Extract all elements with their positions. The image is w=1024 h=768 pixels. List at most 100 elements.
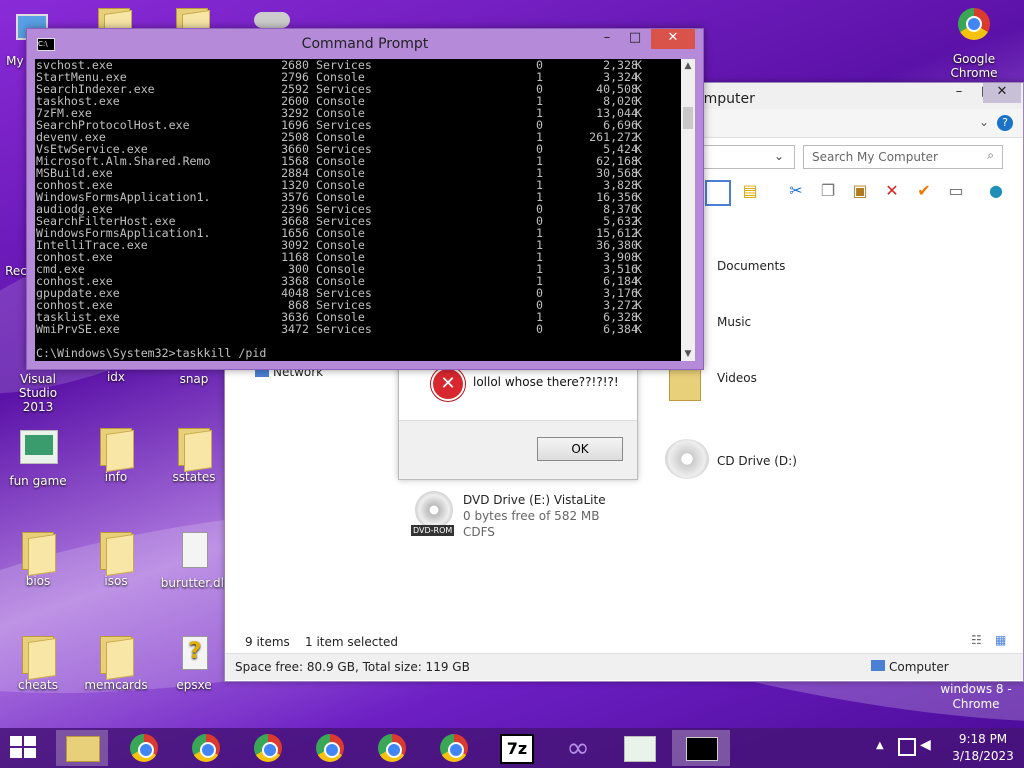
- taskbar-chrome-4[interactable]: [304, 730, 356, 766]
- dvd-filesystem: CDFS: [463, 525, 495, 539]
- desktop-icon-isos[interactable]: isos: [80, 528, 152, 588]
- item-videos[interactable]: Videos: [717, 371, 757, 385]
- chrome-icon: [378, 734, 406, 762]
- taskbar-chrome-5[interactable]: [366, 730, 418, 766]
- dvd-free-space: 0 bytes free of 582 MB: [463, 509, 600, 523]
- vertical-scrollbar[interactable]: ▲ ▼: [681, 59, 695, 361]
- paste-icon[interactable]: ▣: [849, 180, 871, 202]
- cmd-titlebar[interactable]: C:\ Command Prompt – □ ✕: [27, 29, 703, 59]
- folder-icon: [18, 528, 58, 576]
- taskbar-application[interactable]: [614, 730, 666, 766]
- desktop-icon-memcards[interactable]: memcards: [80, 632, 152, 692]
- address-bar[interactable]: ⌄: [695, 145, 795, 169]
- desktop-icon-google-chrome[interactable]: Google Chrome: [938, 6, 1010, 80]
- minimize-button[interactable]: –: [945, 83, 973, 103]
- search-icon: ⌕: [987, 148, 994, 162]
- maximize-button[interactable]: □: [621, 29, 649, 49]
- 7zip-icon: 7z: [500, 734, 534, 764]
- desktop-icon-label: Visual Studio 2013: [18, 372, 58, 414]
- cmd-window: C:\ Command Prompt – □ ✕ svchost.exe 2680…: [26, 28, 704, 370]
- ok-button[interactable]: OK: [537, 437, 623, 461]
- desktop-icon-label: bios: [25, 574, 51, 588]
- volume-icon[interactable]: ◀: [920, 737, 931, 753]
- desktop-icon-burutter-dll[interactable]: burutter.dll: [158, 530, 230, 590]
- process-name: WmiPrvSE.exe: [36, 322, 120, 336]
- clock-date[interactable]: 3/18/2023: [952, 749, 1014, 763]
- start-button[interactable]: [10, 736, 38, 760]
- details-view-icon[interactable]: ☷: [971, 633, 982, 647]
- taskbar-visual-studio[interactable]: ∞: [552, 730, 604, 766]
- close-button[interactable]: ✕: [983, 83, 1021, 103]
- console-row: WmiPrvSE.exe 3472 Services 0 6,384 K: [35, 323, 681, 335]
- folder-icon: [18, 632, 58, 680]
- desktop-icon-sstates[interactable]: sstates: [158, 424, 230, 484]
- rename-icon[interactable]: ▭: [945, 180, 967, 202]
- memory-usage: 6,384: [603, 322, 638, 336]
- scrollbar-thumb[interactable]: [683, 107, 693, 129]
- file-explorer-icon: [66, 736, 100, 762]
- network-drive-icon[interactable]: ●: [985, 180, 1007, 202]
- search-placeholder: Search My Computer: [812, 150, 938, 164]
- session-number: 0: [536, 322, 543, 336]
- windows-logo-icon: [10, 736, 36, 758]
- desktop-icon-label: idx: [106, 370, 126, 384]
- minimize-button[interactable]: –: [593, 29, 621, 49]
- desktop-icon-info[interactable]: info: [80, 424, 152, 484]
- item-dvd-drive[interactable]: DVD Drive (E:) VistaLite: [463, 493, 606, 507]
- taskbar-chrome-6[interactable]: [428, 730, 480, 766]
- taskbar-chrome-3[interactable]: [242, 730, 294, 766]
- desktop-icon-epsxe[interactable]: ? epsxe: [158, 632, 230, 692]
- desktop-icon-bios[interactable]: bios: [2, 528, 74, 588]
- desktop-icon-label: epsxe: [176, 678, 212, 692]
- close-button[interactable]: ✕: [651, 29, 695, 49]
- application-icon: [18, 428, 58, 472]
- taskbar-chrome-1[interactable]: [118, 730, 170, 766]
- dvd-rom-badge: DVD-ROM: [411, 525, 455, 536]
- chrome-icon: [440, 734, 468, 762]
- console-output[interactable]: svchost.exe 2680 Services 0 2,328 K StartMenu.…: [35, 59, 681, 361]
- search-input[interactable]: Search My Computer ⌕: [803, 145, 1003, 169]
- desktop-icon-cheats[interactable]: cheats: [2, 632, 74, 692]
- application-icon: [624, 736, 656, 762]
- items-statusbar: 9 items 1 item selected ☷ ▦: [225, 633, 1023, 653]
- taskbar-chrome-2[interactable]: [180, 730, 232, 766]
- chevron-down-icon[interactable]: ⌄: [979, 115, 989, 129]
- item-documents[interactable]: Documents: [717, 259, 785, 273]
- folder-options-icon[interactable]: ▤: [739, 180, 761, 202]
- desktop-watermark: windows 8 - Chrome: [940, 682, 1012, 711]
- video-folder-icon: [669, 365, 701, 401]
- desktop-icon-label: isos: [104, 574, 128, 588]
- taskbar-7zip[interactable]: 7z: [490, 730, 542, 766]
- desktop-icon-label: cheats: [18, 678, 58, 692]
- help-icon[interactable]: ?: [997, 115, 1013, 131]
- tiles-view-icon[interactable]: ▦: [995, 633, 1006, 647]
- copy-icon[interactable]: ❐: [817, 180, 839, 202]
- chrome-icon: [316, 734, 344, 762]
- view-icon[interactable]: [705, 180, 731, 206]
- chevron-down-icon[interactable]: ⌄: [774, 149, 784, 163]
- location-computer-icon: [871, 660, 885, 671]
- folder-icon: [96, 632, 136, 680]
- scroll-up-icon[interactable]: ▲: [681, 61, 695, 71]
- taskbar-file-explorer[interactable]: [56, 730, 108, 766]
- dvd-drive-icon: DVD-ROM: [411, 491, 457, 537]
- message-dialog: ✕ lollol whose there??!?!?! OK: [398, 360, 638, 480]
- cut-icon[interactable]: ✂: [785, 180, 807, 202]
- desktop-icon-snap[interactable]: snap: [158, 372, 230, 386]
- taskbar-command-prompt[interactable]: [672, 730, 730, 766]
- item-cd-drive[interactable]: CD Drive (D:): [717, 454, 797, 468]
- desktop-icon-label: burutter.dll: [160, 576, 228, 590]
- delete-icon[interactable]: ✕: [881, 180, 903, 202]
- folder-icon: [96, 528, 136, 576]
- clock-time[interactable]: 9:18 PM: [952, 732, 1014, 746]
- taskbar: 7z ∞ ▲ ◀ 9:18 PM 3/18/2023: [0, 728, 1024, 768]
- item-music[interactable]: Music: [717, 315, 751, 329]
- scroll-down-icon[interactable]: ▼: [681, 349, 695, 359]
- show-hidden-icons-icon[interactable]: ▲: [876, 740, 884, 751]
- chrome-icon: [954, 6, 994, 50]
- network-status-icon[interactable]: [898, 738, 916, 756]
- location-label: Computer: [889, 660, 949, 674]
- desktop-icon-fun-game[interactable]: fun game: [2, 428, 74, 488]
- checkmark-icon[interactable]: ✔: [913, 180, 935, 202]
- desktop-icon-idx[interactable]: idx: [80, 370, 152, 384]
